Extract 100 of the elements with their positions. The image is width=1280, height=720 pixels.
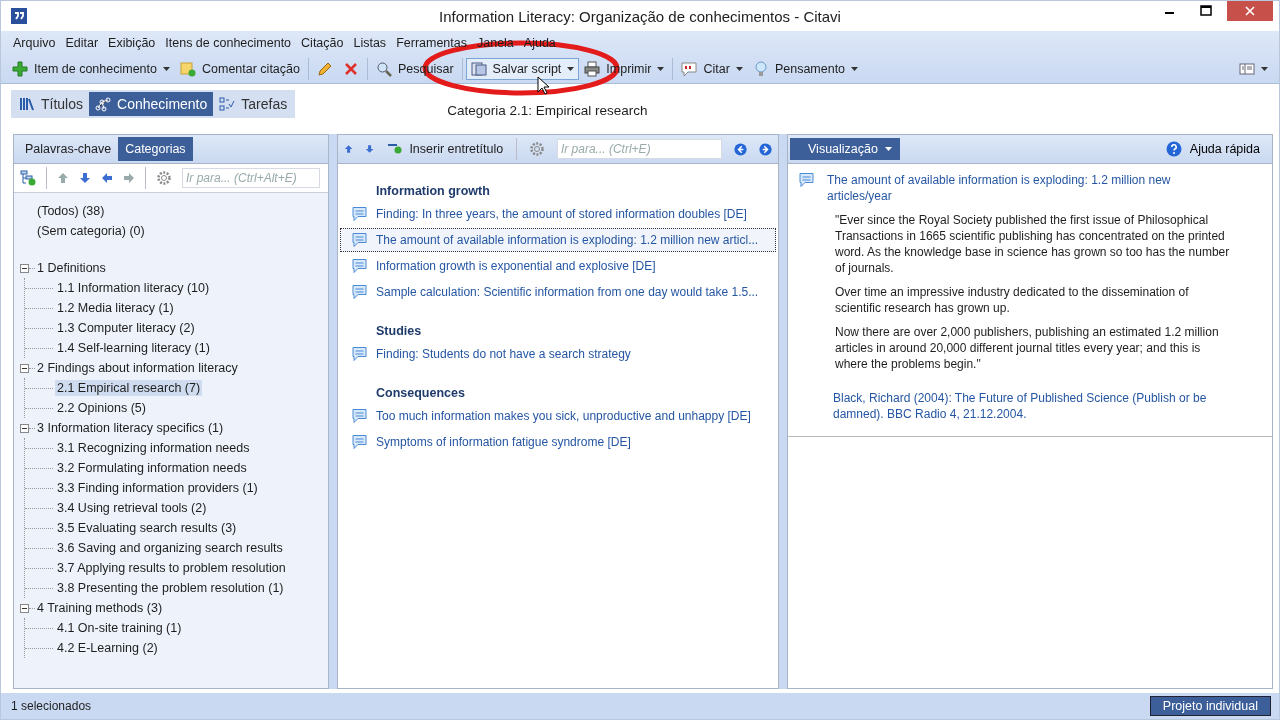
tree-item[interactable]: 3.8 Presenting the problem resolution (1) <box>55 580 286 596</box>
comment-icon <box>351 434 368 450</box>
panel-tab[interactable]: Categorias <box>118 137 193 161</box>
group-heading: Studies <box>375 323 423 340</box>
tree-item[interactable]: 1.2 Media literacy (1) <box>55 300 176 316</box>
tree-item[interactable]: 2.2 Opinions (5) <box>55 400 148 416</box>
view-tab[interactable]: Conhecimento <box>89 92 214 116</box>
mouse-pointer-icon <box>537 76 549 96</box>
tree-item[interactable]: 3.5 Evaluating search results (3) <box>55 520 239 536</box>
tree-item[interactable]: 3.1 Recognizing information needs <box>55 440 252 456</box>
view-tab[interactable]: Títulos <box>13 92 89 116</box>
menu-item[interactable]: Ferramentas <box>391 36 472 50</box>
menu-item[interactable]: Citação <box>296 36 349 50</box>
caret-icon <box>735 67 743 71</box>
menu-item[interactable]: Listas <box>348 36 392 50</box>
tree-item[interactable]: 3.7 Applying results to problem resolution <box>55 560 288 576</box>
collapse-icon[interactable] <box>20 423 29 433</box>
tree-item[interactable]: 3.2 Formulating information needs <box>55 460 249 476</box>
settings-icon[interactable] <box>528 141 545 157</box>
tree-item[interactable]: 1 Definitions <box>35 260 108 276</box>
project-button[interactable]: Projeto individual <box>1149 696 1271 716</box>
toolbar-button[interactable]: Salvar script <box>465 58 580 80</box>
arrow-right-icon[interactable] <box>123 172 135 184</box>
comment-icon <box>351 206 368 222</box>
arrow-down-icon[interactable] <box>365 143 375 155</box>
toolbar-button[interactable]: Pensamento <box>747 58 864 80</box>
close-button[interactable] <box>1227 1 1273 21</box>
quote-paragraph: "Ever since the Royal Society published the first issue of Philosophical Transactions in 1665 scientific publishing has concentrated on the printed word. As the knowledge base in science has grown so too has the number of journals. <box>835 212 1231 276</box>
search-field[interactable]: Ir para... (Ctrl+Alt+E) <box>182 168 320 188</box>
printer-icon <box>584 61 601 77</box>
checklist-icon <box>219 96 236 112</box>
panel-tab[interactable]: Palavras-chave <box>18 137 119 161</box>
window-title: Information Literacy: Organização de conhecimentos - Citavi <box>438 7 842 25</box>
comment-icon <box>798 172 815 188</box>
menu-item[interactable]: Editar <box>60 36 104 50</box>
item-title: The amount of available information is exploding: 1.2 million new articles/year <box>827 172 1172 204</box>
view-dropdown[interactable]: Visualização <box>790 138 900 160</box>
toolbar-button[interactable]: Comentar citação <box>175 58 305 80</box>
source-citation[interactable]: Black, Richard (2004): The Future of Published Science (Publish or be damned). BBC Radio 4, 21.12.2004. <box>833 390 1232 422</box>
add-category-icon[interactable] <box>20 170 36 186</box>
tree-item[interactable]: 4 Training methods (3) <box>35 600 165 616</box>
pencil-icon <box>316 61 333 77</box>
knowledge-item[interactable]: Finding: In three years, the amount of stored information doubles [DE] <box>340 202 776 226</box>
document-stack-icon <box>470 61 487 77</box>
tree-item[interactable]: 1.1 Information literacy (10) <box>55 280 212 296</box>
tree-item[interactable]: 2.1 Empirical research (7) <box>55 380 203 396</box>
plus-icon <box>12 61 28 77</box>
knowledge-item[interactable]: Sample calculation: Scientific information from one day would take 1.5... <box>340 280 776 304</box>
network-icon <box>95 96 111 112</box>
forward-icon[interactable] <box>758 140 772 158</box>
back-icon[interactable] <box>733 140 747 158</box>
caret-icon <box>657 67 665 71</box>
arrow-up-icon[interactable] <box>344 143 354 155</box>
tree-item[interactable]: 3.4 Using retrieval tools (2) <box>55 500 209 516</box>
arrow-up-icon[interactable] <box>57 172 69 184</box>
tree-item[interactable]: 2 Findings about information literacy <box>35 360 240 376</box>
search-icon <box>375 61 392 77</box>
status-text: 1 selecionados <box>11 699 92 713</box>
group-heading: Information growth <box>375 183 491 200</box>
layout-icon <box>1239 61 1255 77</box>
knowledge-item[interactable]: Too much information makes you sick, unproductive and unhappy [DE] <box>340 404 776 428</box>
view-tab[interactable]: Tarefas <box>213 92 294 116</box>
search-field[interactable]: Ir para... (Ctrl+E) <box>556 139 722 159</box>
tree-item[interactable]: 4.2 E-Learning (2) <box>55 640 160 656</box>
comment-icon <box>351 408 368 424</box>
speech-bubble-icon <box>681 61 698 77</box>
collapse-icon[interactable] <box>20 363 29 373</box>
caret-icon <box>1261 67 1268 71</box>
caret-icon <box>884 147 892 151</box>
collapse-icon[interactable] <box>20 603 29 613</box>
menu-item[interactable]: Itens de conhecimento <box>160 36 297 50</box>
arrow-down-icon[interactable] <box>79 172 91 184</box>
quote-paragraph: Now there are over 2,000 publishers, publishing an estimated 1.2 million articles in around 20,000 different journal titles every year; and this is where the problems begin." <box>835 324 1220 372</box>
app-logo-icon <box>11 8 27 24</box>
note-add-icon <box>180 61 196 77</box>
tree-item[interactable]: 3.6 Saving and organizing search results <box>55 540 285 556</box>
category-heading: Categoria 2.1: Empirical research <box>447 102 648 118</box>
tree-item[interactable]: 3 Information literacy specifics (1) <box>35 420 226 436</box>
tree-item[interactable]: 1.3 Computer literacy (2) <box>55 320 197 336</box>
tree-item[interactable]: (Todos) (38) <box>35 203 107 219</box>
tree-item[interactable]: 1.4 Self-learning literacy (1) <box>55 340 212 356</box>
tree-item[interactable]: (Sem categoria) (0) <box>35 223 147 239</box>
knowledge-item[interactable]: Finding: Students do not have a search strategy <box>340 342 776 366</box>
quick-help-button[interactable]: Ajuda rápida <box>1159 140 1266 158</box>
settings-icon[interactable] <box>156 170 172 186</box>
toolbar-button[interactable]: Item de conhecimento <box>7 58 175 80</box>
insert-heading-button[interactable]: Inserir entretítulo <box>386 140 505 158</box>
knowledge-item[interactable]: Information growth is exponential and explosive [DE] <box>340 254 776 278</box>
toolbar-button[interactable]: Citar <box>676 58 748 80</box>
caret-icon <box>567 67 575 71</box>
knowledge-item[interactable]: The amount of available information is exploding: 1.2 million new articl... <box>340 228 776 252</box>
menu-item[interactable]: Exibição <box>103 36 161 50</box>
arrow-left-icon[interactable] <box>101 172 113 184</box>
knowledge-item[interactable]: Symptoms of information fatigue syndrome [DE] <box>340 430 776 454</box>
light-bulb-icon <box>752 61 769 77</box>
menu-item[interactable]: Arquivo <box>7 36 61 50</box>
tree-item[interactable]: 4.1 On-site training (1) <box>55 620 184 636</box>
collapse-icon[interactable] <box>20 263 29 273</box>
tree-item[interactable]: 3.3 Finding information providers (1) <box>55 480 260 496</box>
comment-icon <box>351 232 368 248</box>
